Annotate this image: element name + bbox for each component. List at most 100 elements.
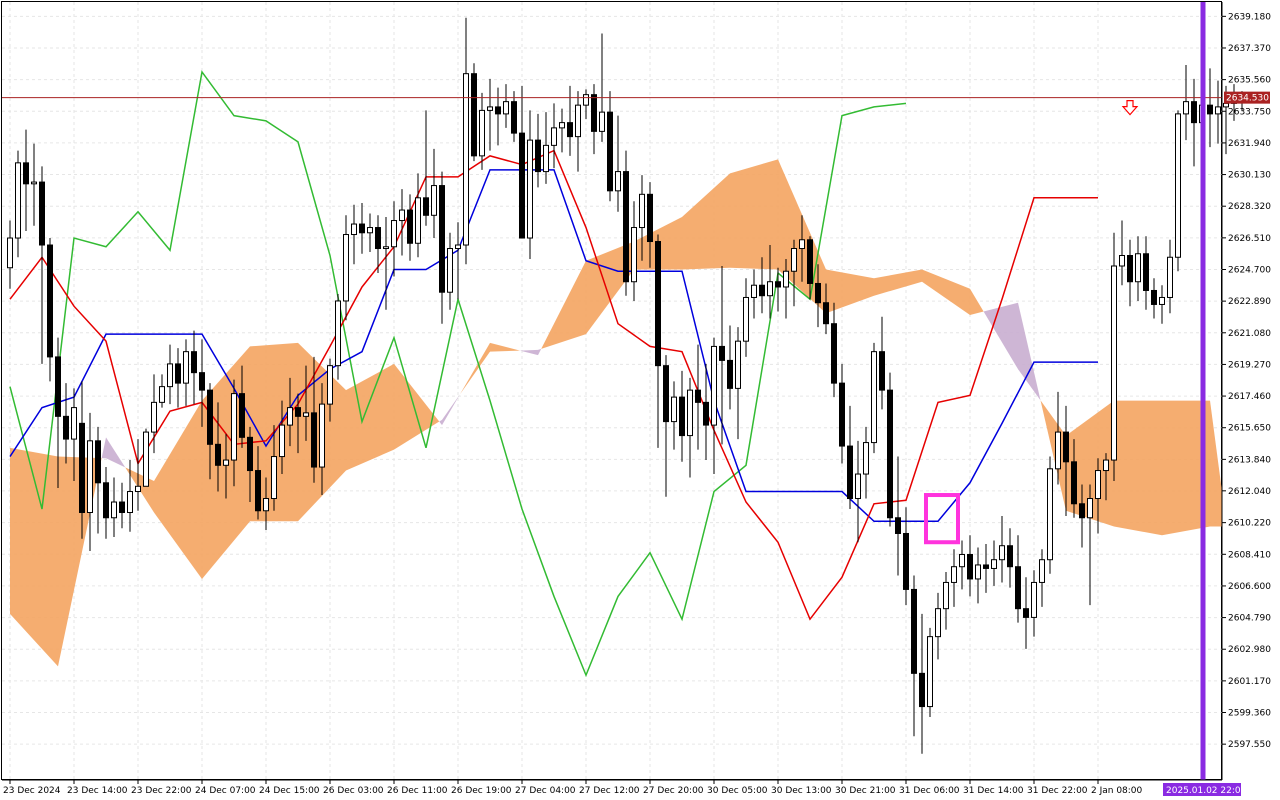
candle-body-bull[interactable] (167, 363, 173, 388)
candle-body-bear[interactable] (1191, 101, 1197, 124)
candle-body-bear[interactable] (79, 422, 85, 514)
candle-body-bull[interactable] (935, 608, 941, 638)
candle-body-bear[interactable] (519, 132, 525, 239)
candle-body-bear[interactable] (911, 588, 917, 674)
candle-body-bull[interactable] (551, 127, 557, 146)
candle-body-bull[interactable] (487, 106, 493, 111)
candle-body-bear[interactable] (919, 672, 925, 708)
candle-body-bull[interactable] (615, 171, 621, 192)
candle-body-bull[interactable] (1047, 468, 1053, 561)
candle-body-bear[interactable] (823, 302, 829, 325)
candle-body-bull[interactable] (943, 581, 949, 610)
candle-body-bull[interactable] (631, 227, 637, 283)
candle-body-bull[interactable] (527, 139, 533, 239)
candle-body-bear[interactable] (663, 365, 669, 423)
candle-body-bull[interactable] (743, 296, 749, 342)
candle-body-bull[interactable] (135, 485, 141, 493)
candle-body-bear[interactable] (1207, 104, 1213, 115)
candle-body-bull[interactable] (287, 407, 293, 426)
candle-body-bear[interactable] (207, 389, 213, 445)
candle-body-bear[interactable] (847, 445, 853, 500)
candle-body-bull[interactable] (151, 401, 157, 433)
candle-body-bear[interactable] (647, 193, 653, 243)
candle-body-bear[interactable] (95, 440, 101, 484)
candle-body-bull[interactable] (327, 365, 333, 405)
candle-body-bull[interactable] (783, 270, 789, 288)
candle-body-bull[interactable] (279, 424, 285, 458)
candle-body-bull[interactable] (183, 351, 189, 384)
candle-body-bull[interactable] (367, 227, 373, 234)
candle-body-bull[interactable] (111, 501, 117, 519)
price-chart[interactable]: 2639.180 2637.370 2635.560 2633.750 2631.940… (0, 0, 1280, 800)
candle-body-bear[interactable] (55, 356, 61, 417)
candle-body-bear[interactable] (695, 389, 701, 403)
candle-body-bull[interactable] (263, 498, 269, 512)
candle-body-bear[interactable] (255, 470, 261, 512)
candle-body-bull[interactable] (1103, 459, 1109, 472)
candle-body-bull[interactable] (1055, 431, 1061, 470)
candle-body-bear[interactable] (879, 351, 885, 391)
candle-body-bear[interactable] (759, 284, 765, 297)
candle-body-bear[interactable] (47, 244, 53, 358)
candle-body-bear[interactable] (191, 351, 197, 374)
candle-body-bear[interactable] (623, 171, 629, 283)
candle-body-bull[interactable] (391, 220, 397, 248)
candle-body-bear[interactable] (423, 197, 429, 216)
candle-body-bull[interactable] (1135, 253, 1141, 283)
candle-body-bull[interactable] (303, 412, 309, 417)
candle-body-bear[interactable] (471, 73, 477, 157)
candle-body-bull[interactable] (583, 94, 589, 106)
candle-body-bear[interactable] (1063, 431, 1069, 463)
candle-body-bull[interactable] (1175, 113, 1181, 258)
candle-body-bull[interactable] (999, 545, 1005, 561)
candle-body-bull[interactable] (1119, 255, 1125, 267)
candle-body-bull[interactable] (479, 109, 485, 157)
candle-body-bull[interactable] (991, 559, 997, 569)
candle-body-bear[interactable] (375, 227, 381, 250)
candle-body-bull[interactable] (431, 185, 437, 216)
candle-body-bear[interactable] (119, 501, 125, 514)
candle-body-bull[interactable] (455, 244, 461, 250)
candle-body-bear[interactable] (215, 443, 221, 466)
candle-body-bear[interactable] (727, 359, 733, 389)
candle-body-bear[interactable] (1127, 255, 1133, 283)
candle-body-bull[interactable] (951, 566, 957, 583)
candle-body-bear[interactable] (887, 389, 893, 519)
candle-body-bull[interactable] (271, 456, 277, 500)
candle-body-bull[interactable] (751, 284, 757, 298)
candle-body-bear[interactable] (567, 122, 573, 138)
candle-body-bear[interactable] (63, 415, 69, 440)
candle-body-bull[interactable] (639, 193, 645, 229)
candle-body-bull[interactable] (959, 553, 965, 568)
candle-body-bear[interactable] (983, 564, 989, 569)
candle-body-bull[interactable] (559, 122, 565, 129)
candle-body-bear[interactable] (703, 401, 709, 426)
candle-body-bull[interactable] (343, 234, 349, 302)
candle-body-bull[interactable] (231, 393, 237, 461)
candle-body-bull[interactable] (127, 491, 133, 514)
candle-body-bear[interactable] (1023, 608, 1029, 618)
candle-body-bull[interactable] (31, 181, 37, 185)
candle-body-bear[interactable] (1143, 253, 1149, 291)
candle-body-bear[interactable] (903, 532, 909, 590)
candle-body-bull[interactable] (863, 442, 869, 475)
candle-body-bear[interactable] (607, 111, 613, 192)
candle-body-bear[interactable] (175, 363, 181, 384)
candle-body-bear[interactable] (311, 412, 317, 468)
candle-body-bear[interactable] (679, 396, 685, 437)
candle-body-bear[interactable] (295, 407, 301, 417)
candle-body-bull[interactable] (223, 459, 229, 466)
candle-body-bear[interactable] (719, 345, 725, 361)
candle-body-bull[interactable] (159, 386, 165, 403)
candle-body-bull[interactable] (87, 440, 93, 514)
candle-body-bull[interactable] (799, 239, 805, 250)
candle-body-bull[interactable] (711, 345, 717, 426)
candle-body-bull[interactable] (1159, 296, 1165, 305)
candle-body-bull[interactable] (503, 101, 509, 115)
candle-body-bull[interactable] (1183, 101, 1189, 115)
candle-body-bear[interactable] (655, 241, 661, 367)
candle-body-bear[interactable] (439, 185, 445, 293)
candle-body-bull[interactable] (351, 223, 357, 236)
candle-body-bull[interactable] (399, 209, 405, 222)
candle-body-bear[interactable] (199, 372, 205, 391)
